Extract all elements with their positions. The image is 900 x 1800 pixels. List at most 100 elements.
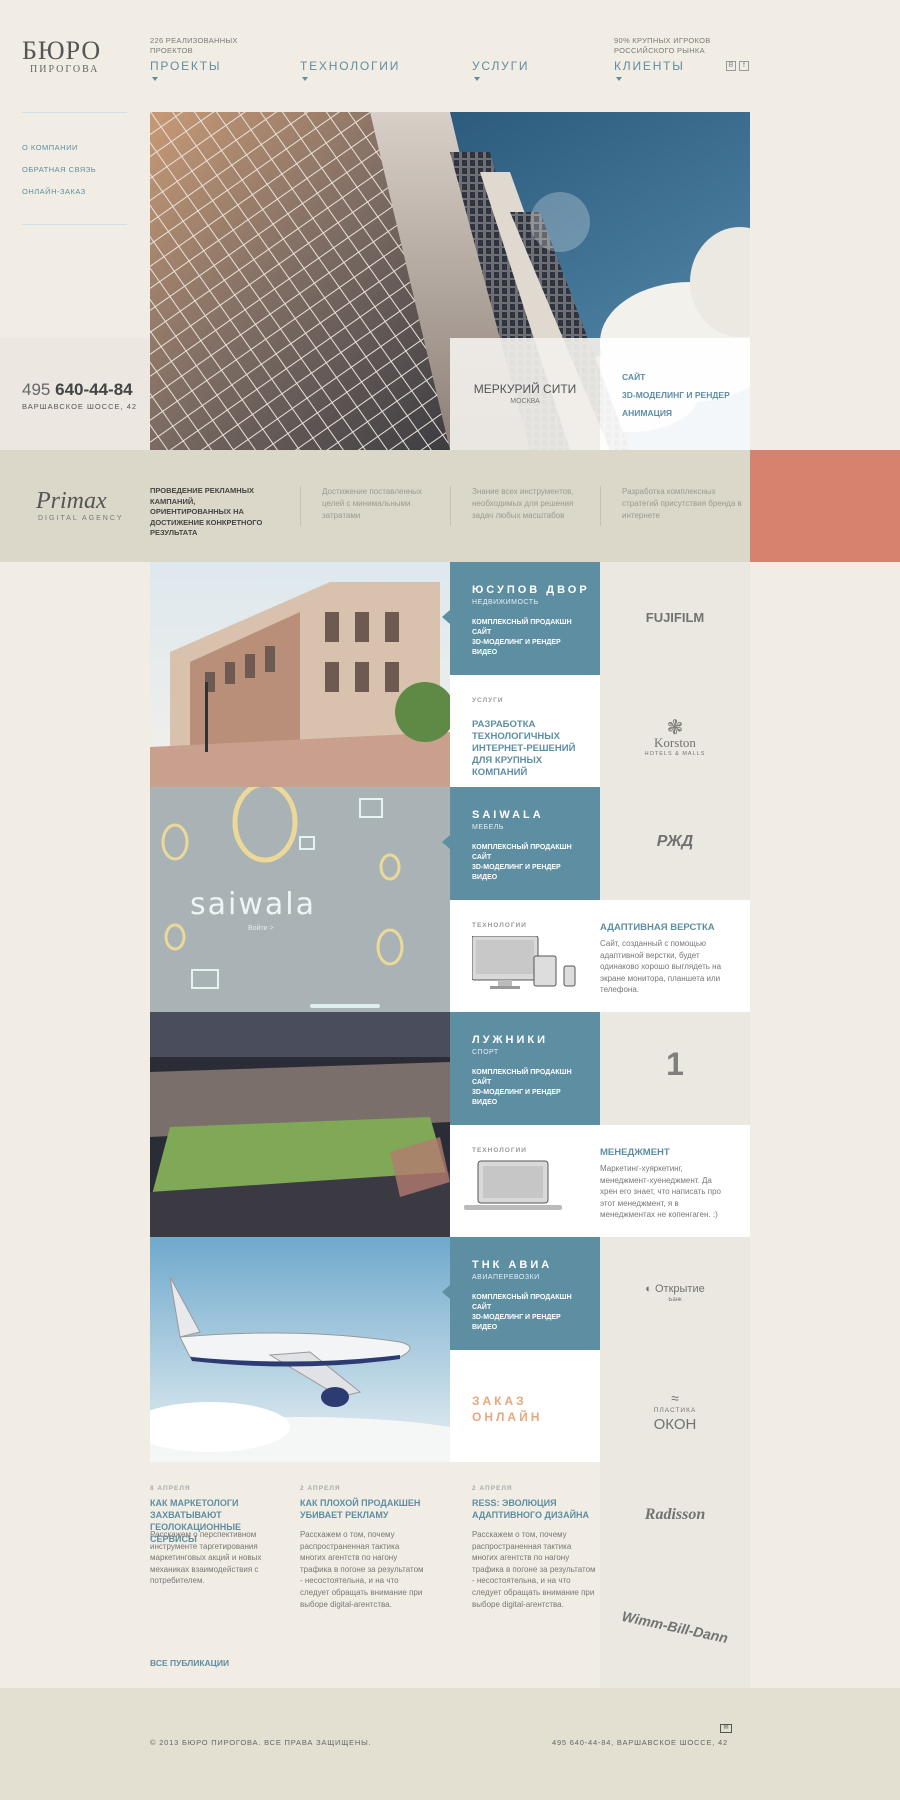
project-title: ТНК АВИА	[472, 1259, 553, 1271]
hero-links: САЙТ 3D-МОДЕЛИНГ И РЕНДЕР АНИМАЦИЯ	[600, 338, 750, 450]
client-tile[interactable]: ◐ Открытие Банк	[600, 1237, 750, 1350]
hero-link-animation[interactable]: АНИМАЦИЯ	[622, 408, 672, 418]
news-date: 8 АПРЕЛЯ	[150, 1485, 191, 1492]
project-category: СПОРТ	[472, 1049, 499, 1056]
news-title[interactable]: КАК ПЛОХОЙ ПРОДАКШЕН УБИВАЕТ РЕКЛАМУ	[300, 1497, 435, 1521]
sidebar-link-feedback[interactable]: ОБРАТНАЯ СВЯЗЬ	[22, 165, 96, 174]
chevron-down-icon	[616, 77, 622, 81]
nav-technologies[interactable]: ТЕХНОЛОГИИ	[300, 56, 400, 81]
services-card[interactable]: УСЛУГИ РАЗРАБОТКА ТЕХНОЛОГИЧНЫХ ИНТЕРНЕТ…	[450, 675, 600, 787]
project-services: КОМПЛЕКСНЫЙ ПРОДАКШН САЙТ 3D-МОДЕЛИНГ И …	[472, 1069, 572, 1106]
news-date: 2 АПРЕЛЯ	[472, 1485, 513, 1492]
client-tile[interactable]: 1	[600, 1012, 750, 1125]
project-card-luzhniki[interactable]: ЛУЖНИКИ СПОРТ КОМПЛЕКСНЫЙ ПРОДАКШН САЙТ …	[450, 1012, 600, 1125]
news-text: Расскажем о перспективном инструменте та…	[150, 1530, 262, 1586]
pointer-arrow	[442, 835, 450, 849]
nav-services[interactable]: УСЛУГИ	[472, 56, 529, 81]
client-tile[interactable]: FUJIFILM	[600, 562, 750, 675]
client-tile[interactable]: Radisson	[600, 1462, 750, 1575]
news-text: Расскажем о том, почему распространенная…	[472, 1530, 596, 1609]
client-logo-otkritie: ◐ Открытие	[600, 1283, 750, 1295]
client-logo-radisson: Radisson	[644, 1506, 706, 1523]
nav-projects[interactable]: 226 РЕАЛИЗОВАННЫХ ПРОЕКТОВ ПРОЕКТЫ	[150, 36, 238, 81]
hero-link-3d[interactable]: 3D-МОДЕЛИНГ И РЕНДЕР	[622, 390, 730, 400]
project-card-tnk[interactable]: ТНК АВИА АВИАПЕРЕВОЗКИ КОМПЛЕКСНЫЙ ПРОДА…	[450, 1237, 600, 1350]
partner-intro: ПРОВЕДЕНИЕ РЕКЛАМНЫХ КАМПАНИЙ, ОРИЕНТИРО…	[150, 486, 263, 537]
project-image-saiwala[interactable]: saiwala Войти >	[150, 787, 450, 1012]
social-b-icon[interactable]: B	[726, 61, 736, 71]
services-label: УСЛУГИ	[472, 697, 504, 704]
hero-title: МЕРКУРИЙ СИТИ	[473, 382, 577, 396]
tech-label: ТЕХНОЛОГИИ	[472, 1147, 527, 1154]
project-card-yusupov[interactable]: ЮСУПОВ ДВОР НЕДВИЖИМОСТЬ КОМПЛЕКСНЫЙ ПРО…	[450, 562, 600, 675]
sidebar-link-order[interactable]: ОНЛАЙН-ЗАКАЗ	[22, 187, 86, 196]
partner-logo[interactable]: Primax	[36, 488, 107, 515]
nav-services-label[interactable]: УСЛУГИ	[472, 59, 529, 73]
divider	[450, 486, 451, 526]
client-logo-rzd: РЖД	[656, 833, 694, 850]
address: ВАРШАВСКОЕ ШОССЕ, 42	[22, 402, 138, 411]
pointer-arrow	[442, 610, 450, 624]
hero-caption: МЕРКУРИЙ СИТИ МОСКВА	[450, 338, 600, 450]
saiwala-enter-link[interactable]: Войти >	[248, 925, 274, 932]
nav-projects-label[interactable]: ПРОЕКТЫ	[150, 59, 238, 73]
pointer-arrow	[442, 1285, 450, 1299]
order-online-button[interactable]: ЗАКАЗ ОНЛАЙН	[450, 1350, 600, 1462]
sidebar-divider	[22, 224, 127, 225]
client-tile[interactable]: Wimm-Bill-Dann	[600, 1575, 750, 1688]
order-line1: ЗАКАЗ	[472, 1394, 527, 1408]
news-text: Расскажем о том, почему распространенная…	[300, 1530, 424, 1609]
project-title: ЛУЖНИКИ	[472, 1034, 548, 1046]
chevron-down-icon	[302, 77, 308, 81]
partner-point: Знание всех инструментов, необходимых дл…	[472, 487, 574, 520]
site-header: БЮРО ПИРОГОВА 226 РЕАЛИЗОВАННЫХ ПРОЕКТОВ…	[0, 0, 900, 110]
nav-projects-note: 226 РЕАЛИЗОВАННЫХ ПРОЕКТОВ	[150, 36, 238, 55]
client-logo-korston: Korston	[654, 735, 696, 750]
project-title: ЮСУПОВ ДВОР	[472, 584, 590, 596]
logo-subtitle: ПИРОГОВА	[30, 64, 100, 75]
divider	[600, 486, 601, 526]
nav-clients-label[interactable]: КЛИЕНТЫ	[614, 59, 711, 73]
accent-block	[750, 450, 900, 562]
devices-icon	[472, 936, 576, 989]
wave-icon: ≈	[671, 1390, 679, 1406]
client-logo-channel-one: 1	[666, 1046, 684, 1082]
stadium-illustration	[150, 1012, 450, 1237]
divider	[300, 486, 301, 526]
partner-point: Разработка комплексных стратегий присутс…	[622, 487, 742, 520]
partner-tagline: DIGITAL AGENCY	[38, 515, 124, 522]
sidebar-link-about[interactable]: О КОМПАНИИ	[22, 143, 78, 152]
client-logo-plastika: ПЛАСТИКА	[653, 1407, 697, 1414]
chevron-down-icon	[152, 77, 158, 81]
client-tile[interactable]: РЖД	[600, 787, 750, 900]
news-date: 2 АПРЕЛЯ	[300, 1485, 341, 1492]
hero-link-site[interactable]: САЙТ	[622, 372, 645, 382]
tech-card-adaptive[interactable]: ТЕХНОЛОГИИ АДАПТИВНАЯ ВЕРСТКА Сайт, созд…	[450, 900, 750, 1012]
airplane-illustration	[150, 1237, 450, 1462]
project-category: МЕБЕЛЬ	[472, 824, 504, 831]
client-logo-okon: ОКОН	[653, 1416, 697, 1433]
client-tile[interactable]: ≈ ПЛАСТИКА ОКОН	[600, 1350, 750, 1462]
tech-card-management[interactable]: ТЕХНОЛОГИИ МЕНЕДЖМЕНТ Маркетинг-хуяркети…	[450, 1125, 750, 1237]
news-title[interactable]: RESS: ЭВОЛЮЦИЯ АДАПТИВНОГО ДИЗАЙНА	[472, 1497, 607, 1521]
project-image-luzhniki[interactable]	[150, 1012, 450, 1237]
project-image-tnk[interactable]	[150, 1237, 450, 1462]
project-services: КОМПЛЕКСНЫЙ ПРОДАКШН САЙТ 3D-МОДЕЛИНГ И …	[472, 619, 572, 656]
copyright: © 2013 БЮРО ПИРОГОВА. ВСЕ ПРАВА ЗАЩИЩЕНЫ…	[150, 1738, 372, 1747]
mail-icon[interactable]: ✉	[720, 1724, 732, 1733]
client-logo-korston-sub: HOTELS & MALLS	[644, 751, 706, 757]
nav-technologies-label[interactable]: ТЕХНОЛОГИИ	[300, 59, 400, 73]
nav-clients[interactable]: 90% КРУПНЫХ ИГРОКОВ РОССИЙСКОГО РЫНКА КЛ…	[614, 36, 711, 81]
otkritie-name: Открытие	[654, 1283, 705, 1295]
tech-label: ТЕХНОЛОГИИ	[472, 922, 527, 929]
sidebar-divider	[22, 112, 127, 113]
tech-title: МЕНЕДЖМЕНТ	[600, 1147, 670, 1158]
phone-number[interactable]: 495 640-44-84	[22, 380, 133, 400]
order-line2: ОНЛАЙН	[472, 1410, 543, 1424]
client-tile[interactable]: ❃ Korston HOTELS & MALLS	[600, 675, 750, 787]
all-publications-link[interactable]: ВСЕ ПУБЛИКАЦИИ	[150, 1658, 229, 1668]
project-card-saiwala[interactable]: SAIWALA МЕБЕЛЬ КОМПЛЕКСНЫЙ ПРОДАКШН САЙТ…	[450, 787, 600, 900]
project-image-yusupov[interactable]	[150, 562, 450, 787]
logo-wordmark[interactable]: БЮРО	[22, 36, 101, 66]
facebook-icon[interactable]: f	[739, 61, 749, 71]
